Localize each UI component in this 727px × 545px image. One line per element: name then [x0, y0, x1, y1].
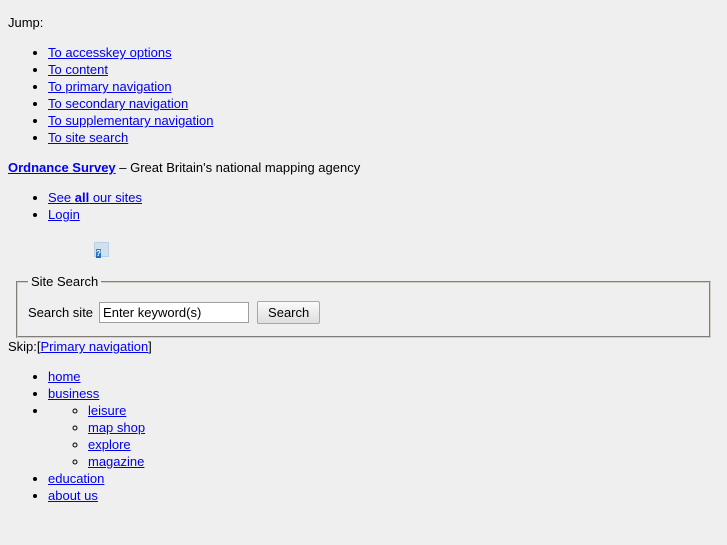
- nav-link-home[interactable]: home: [48, 369, 81, 384]
- list-item: To primary navigation: [48, 78, 719, 95]
- nav-item-business: business: [48, 385, 719, 402]
- primary-navigation-sublist: leisure map shop explore magazine: [48, 402, 719, 470]
- skip-suffix: ]: [148, 339, 152, 354]
- jump-link-content[interactable]: To content: [48, 62, 108, 77]
- search-input-label: Search site: [28, 305, 94, 320]
- list-item: To site search: [48, 129, 719, 146]
- broken-image-icon: ?: [94, 242, 109, 258]
- site-title-link[interactable]: Ordnance Survey: [8, 160, 116, 175]
- jump-link-site-search[interactable]: To site search: [48, 130, 128, 145]
- nav-link-leisure[interactable]: leisure: [88, 403, 126, 418]
- see-all-suffix: our sites: [89, 190, 142, 205]
- see-all-our-sites-link[interactable]: See all our sites: [48, 190, 142, 205]
- list-item: To accesskey options: [48, 44, 719, 61]
- see-all-emphasis: all: [74, 190, 90, 205]
- login-link[interactable]: Login: [48, 207, 80, 222]
- site-search-legend: Site Search: [31, 274, 99, 289]
- branding-links-list: See all our sites Login: [8, 189, 719, 223]
- jump-link-primary-navigation[interactable]: To primary navigation: [48, 79, 172, 94]
- nav-link-about-us[interactable]: about us: [48, 488, 98, 503]
- list-item: To content: [48, 61, 719, 78]
- page-root: Jump: To accesskey options To content To…: [0, 0, 727, 525]
- list-item: See all our sites: [48, 189, 719, 206]
- search-row: Search site Search: [28, 295, 699, 324]
- list-item: explore: [88, 436, 719, 453]
- nav-item-education: education: [48, 470, 719, 487]
- primary-navigation-list: home business leisure map shop explore m…: [8, 368, 719, 504]
- search-button[interactable]: Search: [257, 301, 321, 324]
- branding-line: Ordnance Survey – Great Britain's nation…: [8, 159, 719, 176]
- nav-item-business-submenu: leisure map shop explore magazine: [48, 402, 719, 470]
- nav-link-business[interactable]: business: [48, 386, 99, 401]
- nav-item-home: home: [48, 368, 719, 385]
- broken-image-glyph: ?: [96, 249, 101, 258]
- nav-link-explore[interactable]: explore: [88, 437, 131, 452]
- jump-link-supplementary-navigation[interactable]: To supplementary navigation: [48, 113, 214, 128]
- search-input[interactable]: [99, 302, 250, 323]
- list-item: magazine: [88, 453, 719, 470]
- skip-to-primary-navigation-link[interactable]: Primary navigation: [41, 339, 149, 354]
- list-item: leisure: [88, 402, 719, 419]
- skip-prefix: Skip:[: [8, 339, 41, 354]
- jump-label: Jump:: [8, 15, 44, 30]
- list-item: Login: [48, 206, 719, 223]
- skip-primary-navigation-line: Skip:[Primary navigation]: [8, 338, 719, 355]
- list-item: To secondary navigation: [48, 95, 719, 112]
- jump-link-secondary-navigation[interactable]: To secondary navigation: [48, 96, 188, 111]
- nav-link-map-shop[interactable]: map shop: [88, 420, 145, 435]
- nav-link-education[interactable]: education: [48, 471, 104, 486]
- site-search-fieldset: Site Search Search site Search: [16, 274, 711, 338]
- list-item: To supplementary navigation: [48, 112, 719, 129]
- list-item: map shop: [88, 419, 719, 436]
- broken-image-row: ?: [8, 236, 719, 274]
- site-tagline: – Great Britain's national mapping agenc…: [115, 160, 361, 175]
- jump-link-accesskey-options[interactable]: To accesskey options: [48, 45, 172, 60]
- jump-links-list: To accesskey options To content To prima…: [8, 44, 719, 146]
- nav-item-about-us: about us: [48, 487, 719, 504]
- see-all-prefix: See: [48, 190, 75, 205]
- nav-link-magazine[interactable]: magazine: [88, 454, 144, 469]
